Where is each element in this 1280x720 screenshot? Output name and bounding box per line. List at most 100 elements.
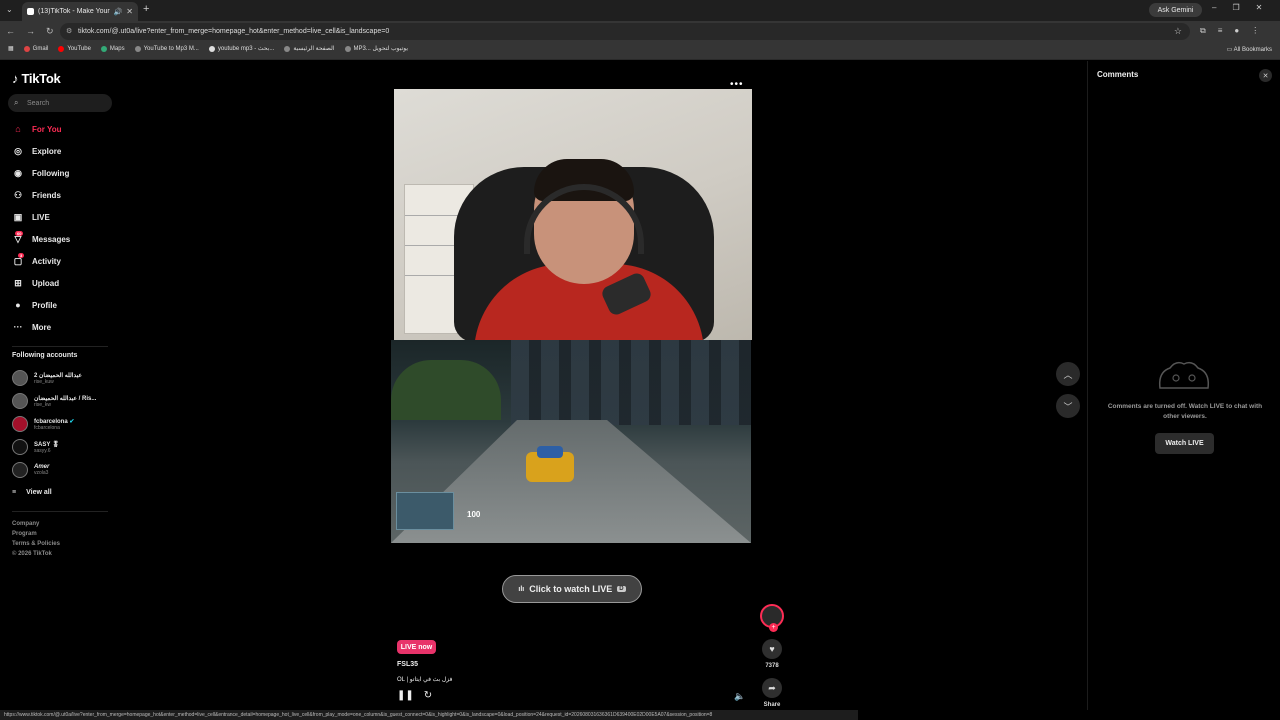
webcam-feed — [394, 89, 752, 340]
all-bookmarks-label: All Bookmarks — [1233, 47, 1272, 53]
account-handle: sasyy.6 — [34, 447, 51, 454]
activity-icon: ▢ 3 — [13, 252, 25, 266]
pause-icon[interactable]: ❚❚ — [397, 690, 414, 701]
view-all-button[interactable]: ≡ View all — [12, 489, 52, 496]
player-controls: ❚❚ ↻ — [397, 690, 432, 701]
minimize-icon[interactable]: – — [1212, 3, 1216, 12]
live-now-badge[interactable]: LIVE now — [397, 640, 436, 654]
audio-icon[interactable]: 🔊 — [114, 8, 123, 16]
host-name[interactable]: FSL35 — [397, 661, 418, 668]
bookmark-label: الصفحة الرئيسية — [293, 46, 335, 52]
sidebar-item-for-you[interactable]: ⌂ For You — [12, 121, 61, 137]
sidebar-item-label: More — [32, 322, 52, 332]
footer-company-link[interactable]: Company — [12, 521, 60, 527]
account-item[interactable]: عبدالله الحميضان / Ris... rise_kw — [12, 391, 96, 411]
live-icon: ▣ — [13, 211, 23, 222]
bookmark-gmail[interactable]: Gmail — [23, 45, 49, 52]
url-field[interactable]: ⚙ tiktok.com/@.ut0a/live?enter_from_merg… — [60, 23, 1190, 40]
list-icon: ≡ — [12, 489, 17, 496]
share-button[interactable]: ➦ — [762, 678, 782, 698]
account-item[interactable]: عبدالله الحميضان 2 rise_kuw — [12, 368, 82, 388]
tiktok-logo[interactable]: ♪ TikTok — [12, 71, 61, 86]
volume-icon[interactable]: 🔈 — [734, 691, 745, 702]
bookmark-yt-mp3[interactable]: YouTube to Mp3 M... — [134, 45, 199, 52]
click-to-watch-live-button[interactable]: ılı Click to watch LIVE D — [502, 575, 642, 603]
sidebar-item-upload[interactable]: ⊞ Upload — [12, 275, 59, 291]
sidebar-item-label: Profile — [32, 300, 57, 310]
tiktok-favicon-icon — [27, 8, 34, 15]
more-icon: ··· — [13, 322, 23, 332]
profile-icon: ● — [15, 300, 21, 310]
all-bookmarks-button[interactable]: ▭ All Bookmarks — [1227, 46, 1272, 53]
sidebar-item-label: Upload — [32, 278, 60, 288]
sidebar-item-label: Following — [32, 168, 70, 178]
bookmark-youtube[interactable]: YouTube — [58, 45, 91, 52]
tab-search-icon[interactable]: ⌄ — [6, 5, 13, 14]
bookmark-label: Gmail — [32, 45, 49, 52]
like-button[interactable]: ♥ — [762, 639, 782, 659]
account-item[interactable]: SASY 🎖 sasyy.6 — [12, 437, 60, 457]
sidebar-item-following[interactable]: ◉ Following — [12, 165, 69, 181]
close-tab-icon[interactable]: ✕ — [126, 7, 133, 16]
sidebar-item-activity[interactable]: ▢ 3 Activity — [12, 252, 61, 269]
bookmark-home[interactable]: الصفحة الرئيسية — [284, 45, 335, 52]
bookmarks-bar: ▦ Gmail YouTube Maps YouTube to Mp3 M...… — [0, 42, 1280, 60]
site-info-icon[interactable]: ⚙ — [66, 27, 72, 35]
sidebar-item-profile[interactable]: ● Profile — [12, 297, 57, 313]
profile-avatar-icon[interactable]: ● — [1234, 26, 1239, 36]
live-video-player[interactable]: 100 — [391, 88, 752, 543]
account-name-row: fcbarcelona ✔ — [34, 418, 74, 425]
comments-title: Comments — [1097, 70, 1139, 79]
browser-status-bar: https://www.tiktok.com/@.ut0a/live?enter… — [0, 710, 858, 720]
host-avatar[interactable]: + — [760, 604, 784, 632]
account-item[interactable]: Amer vzola3 — [12, 460, 49, 480]
sidebar-item-explore[interactable]: ◎ Explore — [12, 143, 61, 159]
close-comments-button[interactable]: ✕ — [1259, 69, 1272, 82]
ask-gemini-button[interactable]: Ask Gemini — [1149, 3, 1202, 17]
home-icon: ⌂ — [15, 124, 21, 134]
chevron-up-icon: ︿ — [1063, 369, 1073, 380]
new-tab-icon[interactable]: + — [143, 3, 149, 15]
bookmark-star-icon[interactable]: ☆ — [1174, 26, 1182, 37]
footer-program-link[interactable]: Program — [12, 531, 60, 537]
account-item[interactable]: fcbarcelona ✔ fcbarcelona — [12, 414, 74, 434]
sidebar-item-live[interactable]: ▣ LIVE — [12, 209, 50, 225]
restore-icon[interactable]: ❐ — [1232, 3, 1239, 12]
search-input[interactable]: ⌕ Search — [8, 94, 112, 112]
comments-off-text: Comments are turned off. Watch LIVE to c… — [1107, 403, 1263, 420]
refresh-icon[interactable]: ↻ — [424, 690, 432, 701]
comments-off-icon — [1158, 361, 1210, 389]
bookmark-google-search[interactable]: youtube mp3 - بحث... — [208, 45, 274, 52]
sidebar-item-friends[interactable]: ⚇ Friends — [12, 187, 61, 203]
account-handle: rise_kw — [34, 401, 51, 408]
activity-badge: 3 — [18, 252, 25, 258]
comments-panel: Comments ✕ Comments are turned off. Watc… — [1087, 61, 1280, 710]
extensions-icon[interactable]: ⧉ — [1200, 26, 1206, 36]
reload-icon[interactable]: ↻ — [46, 26, 54, 37]
share-arrow-icon: ➦ — [768, 682, 776, 693]
media-icon[interactable]: ≡ — [1218, 26, 1223, 36]
previous-video-button[interactable]: ︿ — [1056, 362, 1080, 386]
game-minimap — [396, 492, 454, 530]
apps-icon[interactable]: ▦ — [8, 45, 14, 52]
sidebar-item-messages[interactable]: ▽ 60 Messages — [12, 230, 70, 247]
search-placeholder: Search — [27, 99, 50, 107]
menu-icon[interactable]: ⋮ — [1251, 26, 1259, 36]
bookmark-maps[interactable]: Maps — [100, 45, 125, 52]
google-icon — [208, 45, 215, 52]
next-video-button[interactable]: ﹀ — [1056, 394, 1080, 418]
forward-icon[interactable]: → — [26, 26, 35, 37]
close-window-icon[interactable]: ✕ — [1256, 3, 1263, 12]
globe-icon — [284, 45, 291, 52]
watch-live-label: Click to watch LIVE — [529, 584, 613, 594]
bookmark-mp3-converter[interactable]: MP3... يوتيوب لتحويل — [344, 45, 408, 52]
follow-plus-icon[interactable]: + — [769, 623, 778, 632]
footer-terms-link[interactable]: Terms & Policies — [12, 541, 60, 547]
sidebar-item-more[interactable]: ··· More — [12, 319, 52, 335]
search-icon: ⌕ — [14, 98, 19, 107]
watch-live-button[interactable]: Watch LIVE — [1155, 433, 1214, 454]
back-icon[interactable]: ← — [6, 26, 15, 37]
bookmark-list: ▦ Gmail YouTube Maps YouTube to Mp3 M...… — [8, 45, 408, 52]
browser-tab[interactable]: (13)TikTok - Make Your Day 🔊 ✕ — [22, 2, 138, 21]
messages-badge: 60 — [15, 230, 24, 236]
